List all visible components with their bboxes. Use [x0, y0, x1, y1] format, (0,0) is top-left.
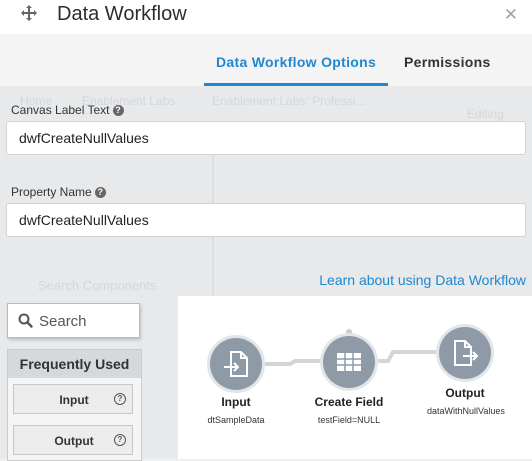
- help-icon[interactable]: ?: [112, 105, 124, 116]
- property-name-label: Property Name?: [11, 185, 106, 199]
- component-search-input[interactable]: Search: [7, 303, 140, 338]
- workflow-node-title: Input: [221, 395, 251, 409]
- connector-create-output: [376, 350, 440, 363]
- ghost-editing: Editing: [467, 107, 504, 121]
- help-icon[interactable]: ?: [114, 393, 126, 405]
- export-document-icon: [454, 340, 479, 366]
- workflow-node-create-field[interactable]: [323, 336, 375, 388]
- property-name-input[interactable]: dwfCreateNullValues: [6, 203, 526, 237]
- canvas-label-text-input[interactable]: dwfCreateNullValues: [6, 121, 526, 155]
- tab-permissions[interactable]: Permissions: [404, 54, 491, 70]
- canvas-label-text-caption: Canvas Label Text: [11, 103, 110, 117]
- dialog-header: Data Workflow ✕: [0, 0, 532, 34]
- close-icon[interactable]: ✕: [504, 5, 518, 25]
- component-output[interactable]: Output ?: [13, 425, 133, 455]
- ghost-search-components: Search Components: [38, 278, 157, 293]
- workflow-node-output[interactable]: [439, 327, 491, 379]
- dialog-title: Data Workflow: [57, 3, 187, 25]
- help-icon[interactable]: ?: [114, 434, 126, 446]
- workflow-node-title: Output: [445, 386, 485, 400]
- workflow-canvas[interactable]: Input dtSampleData Create Field testFiel…: [178, 296, 532, 459]
- workflow-node-subtitle: dtSampleData: [207, 415, 265, 425]
- tab-data-workflow-options[interactable]: Data Workflow Options: [216, 54, 376, 70]
- tab-bar: Data Workflow Options Permissions: [0, 34, 532, 86]
- property-name-caption: Property Name: [11, 185, 92, 199]
- search-icon: [18, 313, 33, 328]
- table-grid-icon: [337, 353, 361, 371]
- workflow-node-input[interactable]: [210, 338, 262, 390]
- component-input[interactable]: Input ?: [13, 384, 133, 414]
- search-placeholder: Search: [39, 313, 87, 330]
- import-document-icon: [224, 351, 248, 377]
- canvas-label-text-label: Canvas Label Text?: [11, 103, 124, 117]
- workflow-node-subtitle: dataWithNullValues: [427, 406, 505, 416]
- frequently-used-title: Frequently Used: [19, 356, 130, 372]
- connector-input-create: [264, 359, 323, 366]
- learn-data-workflow-link[interactable]: Learn about using Data Workflow: [319, 272, 526, 288]
- connector-dot: [346, 329, 352, 335]
- frequently-used-panel: Frequently Used Input ? Output ?: [7, 349, 142, 461]
- ghost-breadcrumb-professional: Enablement Labs: Professi...: [212, 94, 366, 108]
- help-icon[interactable]: ?: [94, 187, 106, 198]
- frequently-used-header[interactable]: Frequently Used: [8, 350, 141, 378]
- move-icon[interactable]: [20, 4, 38, 22]
- workflow-node-title: Create Field: [314, 395, 384, 409]
- workflow-node-subtitle: testField=NULL: [317, 415, 381, 425]
